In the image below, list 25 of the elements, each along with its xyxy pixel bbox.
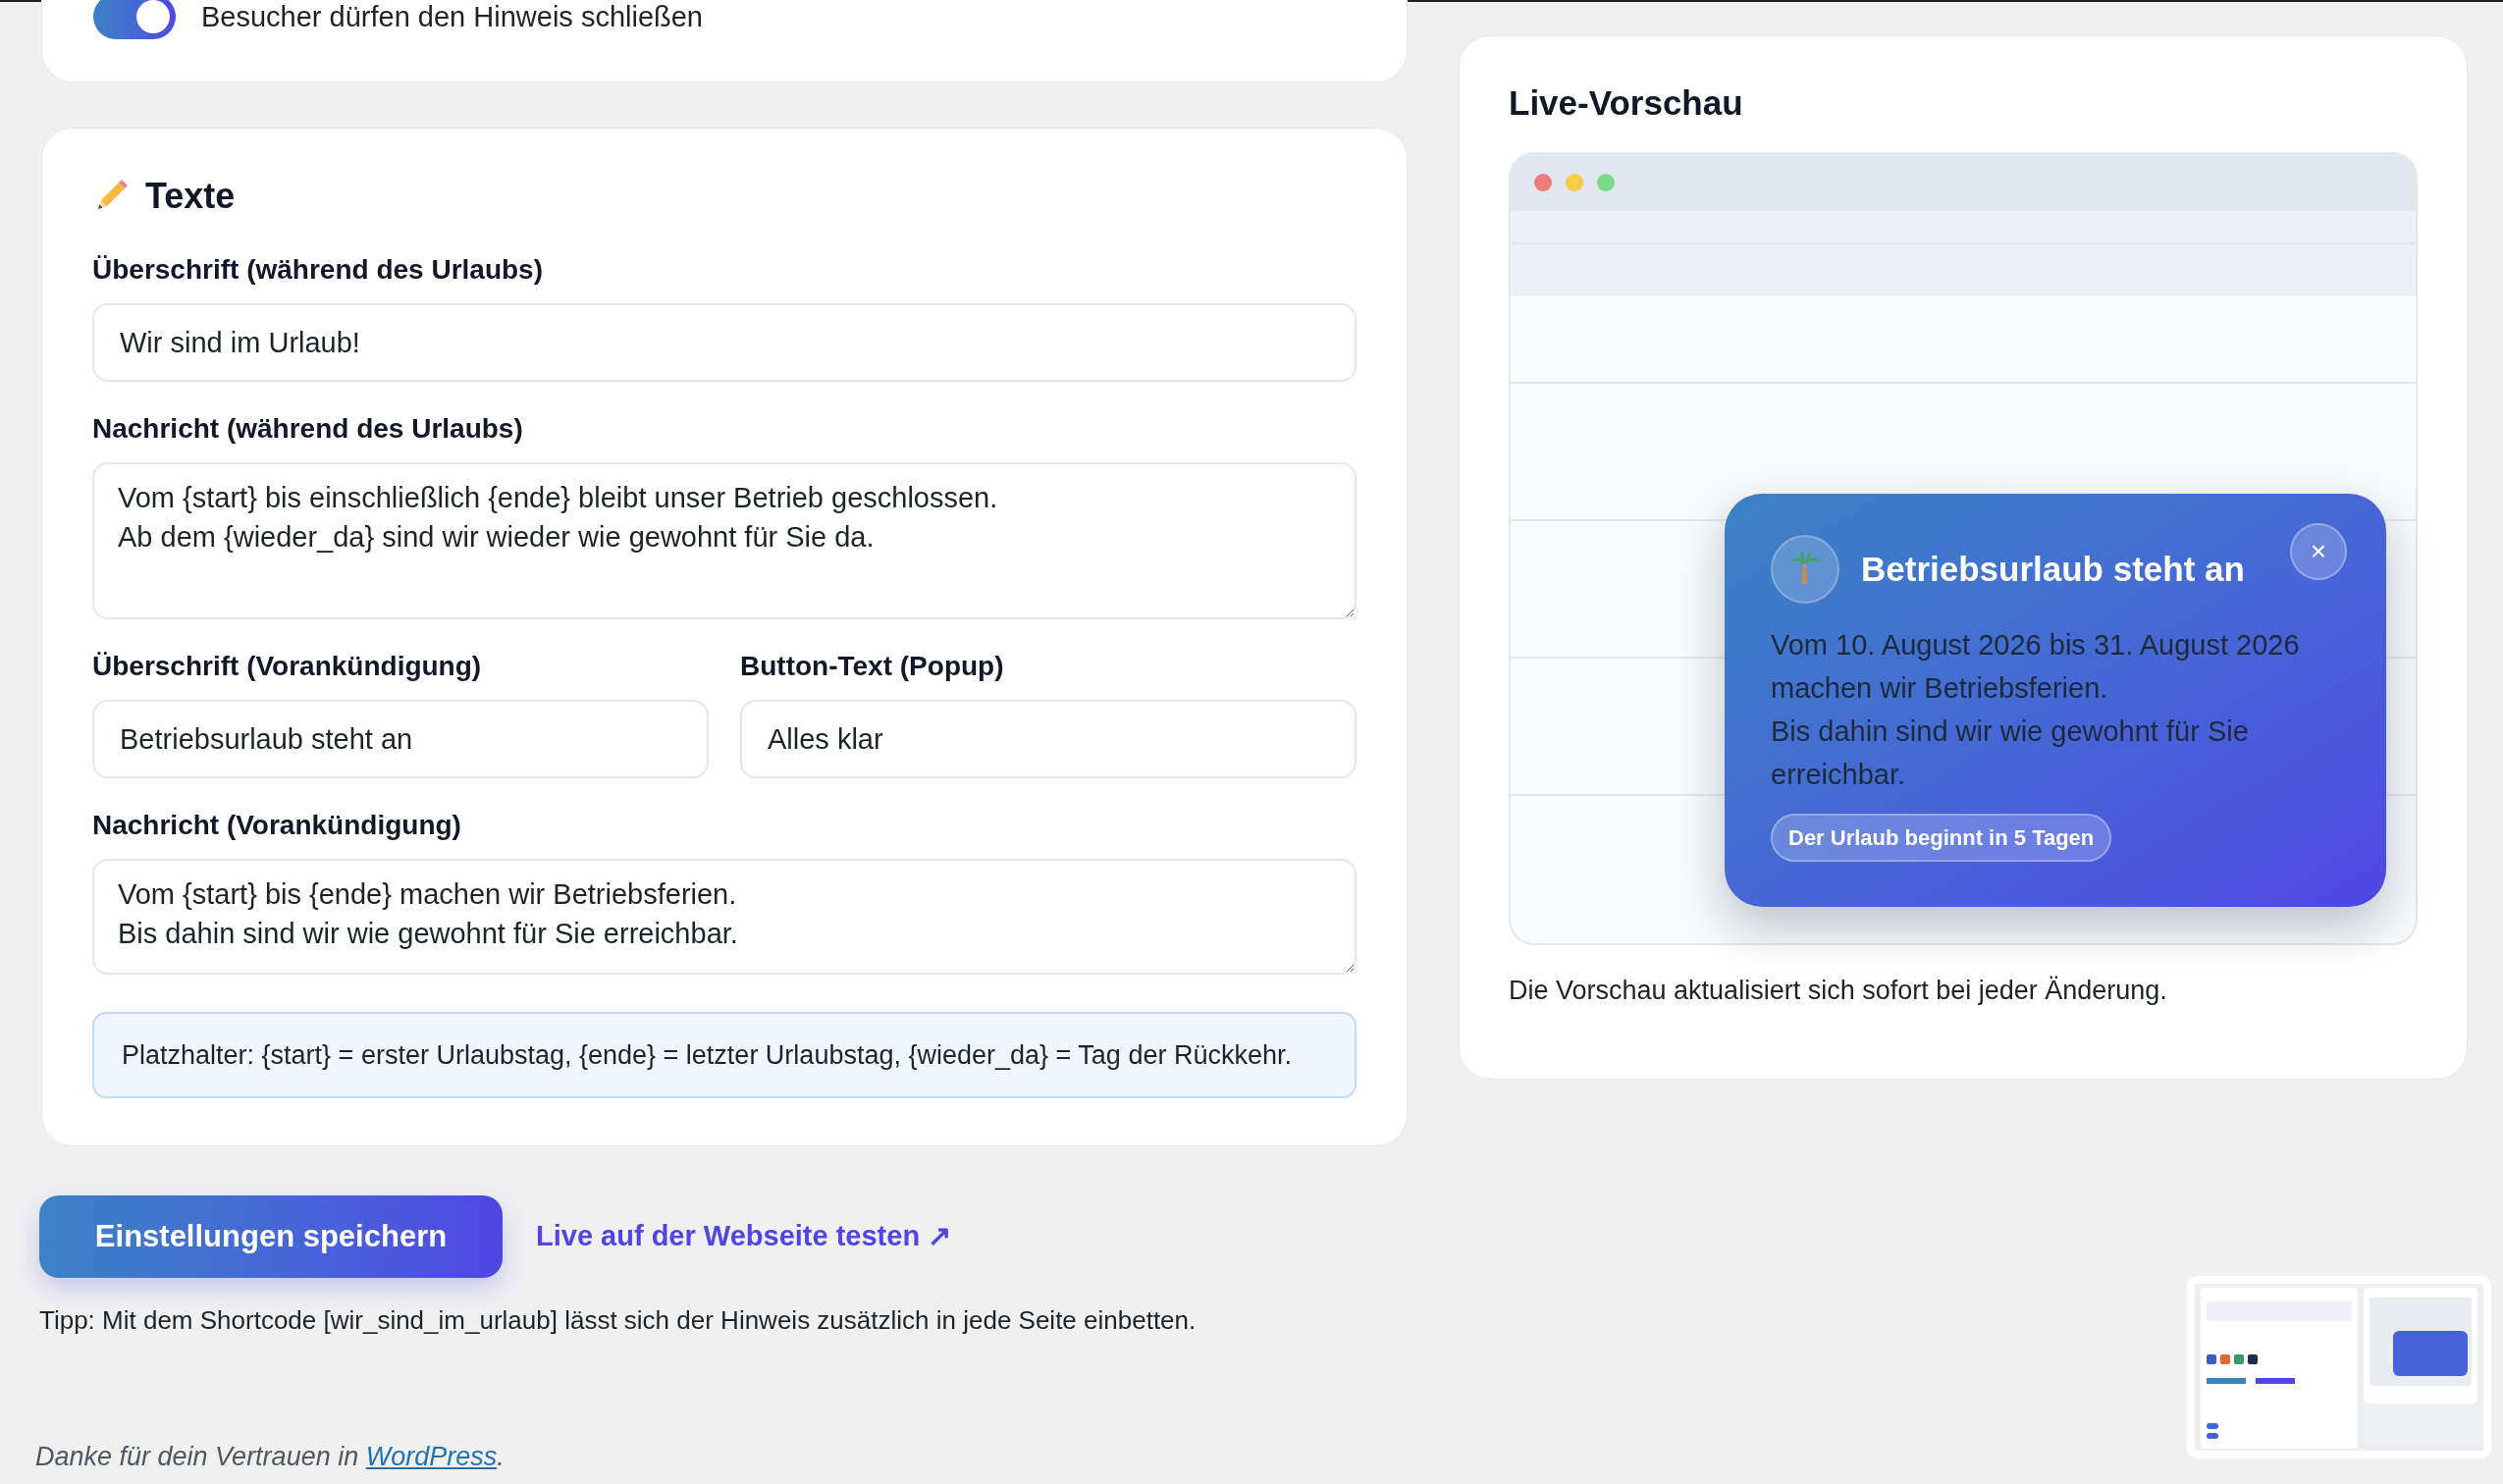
preview-title: Live-Vorschau [1509,82,1744,124]
field-label: Button-Text (Popup) [740,650,1005,683]
popup-title: Betriebsurlaub steht an [1861,548,2245,590]
tip-text: Tipp: Mit dem Shortcode [wir_sind_im_urlaub] lässt sich der Hinweis zusätzlich in jede Seite einbetten. [39,1304,1198,1337]
field-label: Überschrift (während des Urlaubs) [92,253,544,287]
field-label: Überschrift (Vorankündigung) [92,650,483,683]
field-label: Nachricht (während des Urlaubs) [92,412,524,446]
toggle-label: Besucher dürfen den Hinweis schließen [201,0,703,34]
countdown-badge: Der Urlaub beginnt in 5 Tagen [1771,814,2112,862]
text-input[interactable]: Alles klar [740,700,1357,778]
save-button[interactable]: Einstellungen speichern [39,1195,503,1278]
placeholder-hint: Platzhalter: {start} = erster Urlaubstag, {ende} = letzter Urlaubstag, {wieder_da} = Tag der Rückkehr. [92,1012,1357,1098]
popup-message: Vom 10. August 2026 bis 31. August 2026 machen wir Betriebsferien. Bis dahin sind wir wie gewohnt für Sie erreichbar. [1771,628,2301,792]
test-link[interactable]: Live auf der Webseite testen ↗ [536,1215,952,1258]
message-textarea[interactable]: Vom {start} bis {ende} machen wir Betriebsferien. Bis dahin sind wir wie gewohnt für Sie erreichbar. [92,859,1357,975]
field-label: Nachricht (Vorankündigung) [92,809,462,842]
wordpress-link[interactable]: WordPress [365,1442,498,1471]
text-input[interactable]: Wir sind im Urlaub! [92,303,1357,382]
footer-text: Danke für dein Vertrauen in WordPress. [35,1441,506,1473]
text-input[interactable]: Betriebsurlaub steht an [92,700,709,778]
section-title: Texte [145,175,236,218]
toggle-switch[interactable] [93,0,176,39]
palm-tree-icon [1771,535,1839,604]
message-textarea[interactable]: Vom {start} bis einschließlich {ende} bleibt unser Betrieb geschlossen. Ab dem {wieder_da} sind wir wieder wie gewohnt für Sie da. [92,462,1357,619]
preview-caption: Die Vorschau aktualisiert sich sofort bei jeder Änderung. [1509,975,2168,1007]
